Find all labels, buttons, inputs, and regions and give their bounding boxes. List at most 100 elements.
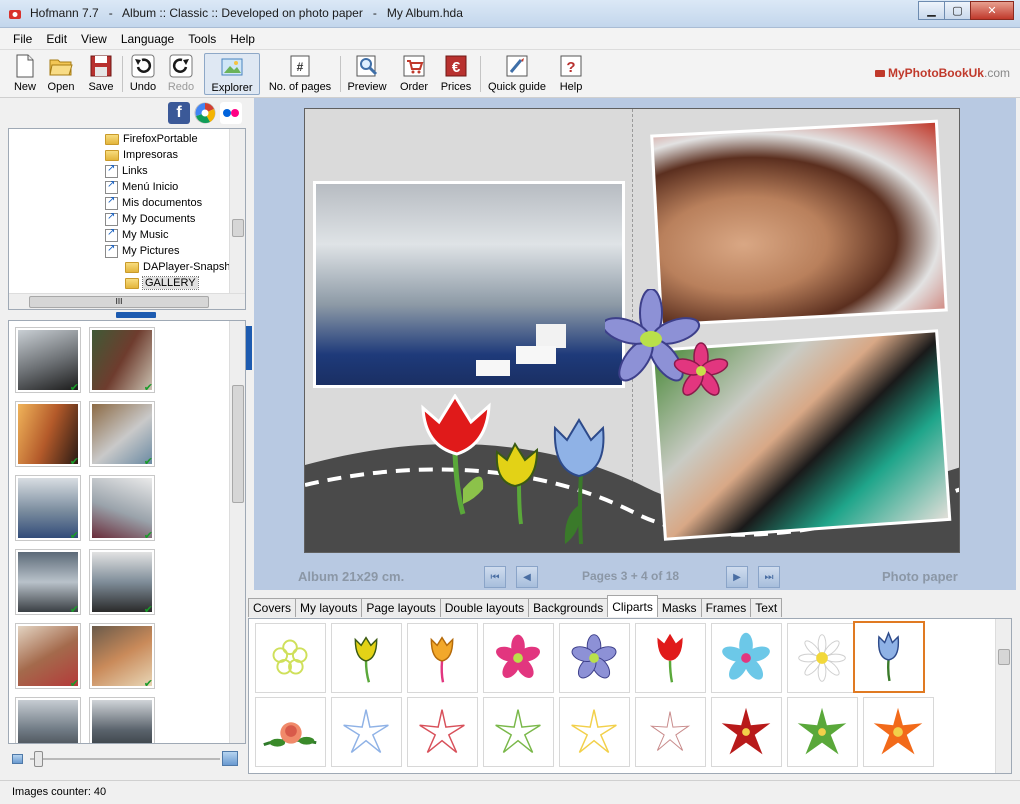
tree-item-gallery[interactable]: GALLERY: [125, 275, 199, 291]
menu-language[interactable]: Language: [114, 29, 181, 49]
tab-my-layouts[interactable]: My layouts: [295, 598, 363, 617]
clipart-item[interactable]: [787, 697, 858, 767]
thumbnail[interactable]: ✔: [89, 327, 155, 394]
menu-view[interactable]: View: [74, 29, 114, 49]
picasa-icon[interactable]: [194, 102, 216, 124]
tab-page-layouts[interactable]: Page layouts: [361, 598, 441, 617]
clipart-tulips[interactable]: [415, 394, 615, 553]
brand-logo[interactable]: MyPhotoBookUk .com: [874, 66, 1010, 80]
tab-text[interactable]: Text: [750, 598, 783, 617]
tab-cliparts[interactable]: Cliparts: [607, 595, 658, 617]
clipart-item[interactable]: [255, 697, 326, 767]
thumbnail[interactable]: ✔: [15, 475, 81, 542]
tab-frames[interactable]: Frames: [700, 598, 752, 617]
tree-item-daplayer-snapsh[interactable]: DAPlayer-Snapsh: [125, 259, 230, 275]
clipart-item[interactable]: [711, 697, 782, 767]
tree-vertical-scrollbar[interactable]: [229, 129, 245, 293]
photo-frame-office[interactable]: [313, 181, 625, 388]
next-page-button[interactable]: ▶: [726, 566, 748, 588]
menu-file[interactable]: File: [6, 29, 39, 49]
clipart-item[interactable]: [407, 697, 478, 767]
undo-button[interactable]: Undo: [128, 53, 158, 95]
clipart-grid[interactable]: [248, 618, 1012, 774]
open-button[interactable]: Open: [46, 53, 76, 95]
preview-magnifier-icon: [356, 55, 378, 77]
thumbnail[interactable]: [89, 697, 155, 743]
quick-guide-button[interactable]: Quick guide: [486, 53, 548, 95]
help-button[interactable]: ? Help: [556, 53, 586, 95]
tree-item-impresoras[interactable]: Impresoras: [105, 147, 178, 163]
clipart-item[interactable]: [559, 623, 630, 693]
tree-splitter-handle[interactable]: [116, 312, 156, 318]
tree-item-mis-documentos[interactable]: Mis documentos: [105, 195, 202, 211]
album-spread[interactable]: [304, 108, 960, 553]
thumbnail[interactable]: ✔: [89, 549, 155, 616]
maximize-button[interactable]: ▢: [944, 1, 971, 20]
close-button[interactable]: ✕: [970, 1, 1014, 20]
thumbnails-vertical-scrollbar[interactable]: [229, 321, 245, 743]
menu-edit[interactable]: Edit: [39, 29, 74, 49]
clipart-item[interactable]: [331, 623, 402, 693]
tab-masks[interactable]: Masks: [656, 598, 702, 617]
minimize-button[interactable]: ▁: [918, 1, 945, 20]
images-counter: Images counter: 40: [12, 786, 107, 798]
clipart-item[interactable]: [559, 697, 630, 767]
thumbnail[interactable]: ✔: [89, 623, 155, 690]
new-button[interactable]: New: [10, 53, 40, 95]
clipart-item-selected[interactable]: [853, 621, 925, 693]
clipart-item[interactable]: [863, 697, 934, 767]
pages-count-icon: #: [290, 55, 310, 77]
explorer-button[interactable]: Explorer: [204, 53, 260, 95]
order-button[interactable]: Order: [396, 53, 432, 95]
tree-horizontal-scrollbar[interactable]: III: [9, 293, 245, 309]
thumbnail[interactable]: ✔: [89, 401, 155, 468]
redo-button[interactable]: Redo: [166, 53, 196, 95]
menu-tools[interactable]: Tools: [181, 29, 223, 49]
first-page-button[interactable]: ⏮: [484, 566, 506, 588]
folder-tree[interactable]: FirefoxPortable Impresoras Links Menú In…: [8, 128, 246, 310]
tree-item-links[interactable]: Links: [105, 163, 148, 179]
tree-item-menu-inicio[interactable]: Menú Inicio: [105, 179, 178, 195]
facebook-icon[interactable]: f: [168, 102, 190, 124]
clipart-item[interactable]: [711, 623, 782, 693]
save-button[interactable]: Save: [86, 53, 116, 95]
clipart-item[interactable]: [635, 697, 706, 767]
thumbnail[interactable]: ✔: [15, 401, 81, 468]
clipart-flowers-cluster[interactable]: [605, 289, 745, 399]
tab-backgrounds[interactable]: Backgrounds: [528, 598, 609, 617]
menu-help[interactable]: Help: [223, 29, 262, 49]
clipart-item[interactable]: [331, 697, 402, 767]
tab-covers[interactable]: Covers: [248, 598, 297, 617]
image-thumbnails[interactable]: ✔ ✔ ✔ ✔ ✔ ✔ ✔ ✔ ✔ ✔: [8, 320, 246, 744]
pane-collapse-handle[interactable]: [246, 326, 252, 370]
thumbnail[interactable]: ✔: [15, 549, 81, 616]
photo-office: [316, 184, 622, 385]
preview-button[interactable]: Preview: [346, 53, 388, 95]
clipart-item[interactable]: [635, 623, 706, 693]
clipart-item[interactable]: [483, 623, 554, 693]
previous-page-button[interactable]: ◀: [516, 566, 538, 588]
tree-item-my-music[interactable]: My Music: [105, 227, 168, 243]
slider-knob[interactable]: [34, 751, 43, 767]
thumbnail[interactable]: ✔: [89, 475, 155, 542]
flickr-icon[interactable]: [220, 102, 242, 124]
tree-item-my-documents[interactable]: My Documents: [105, 211, 195, 227]
tree-item-firefoxportable[interactable]: FirefoxPortable: [105, 131, 198, 147]
thumbnail[interactable]: ✔: [15, 327, 81, 394]
last-page-button[interactable]: ⏭: [758, 566, 780, 588]
tree-item-my-pictures[interactable]: My Pictures: [105, 243, 179, 259]
clipart-item[interactable]: [407, 623, 478, 693]
prices-button[interactable]: € Prices: [438, 53, 474, 95]
number-of-pages-button[interactable]: # No. of pages: [268, 53, 332, 95]
clipart-item[interactable]: [787, 623, 858, 693]
thumbnail[interactable]: ✔: [15, 623, 81, 690]
clipart-vertical-scrollbar[interactable]: [995, 619, 1011, 773]
shortcut-icon: [105, 195, 118, 210]
clipart-item[interactable]: [483, 697, 554, 767]
thumbnail-size-slider[interactable]: [8, 746, 246, 772]
tab-double-layouts[interactable]: Double layouts: [439, 598, 530, 617]
toolbar: New Open Save Undo Redo Explorer # No. o…: [0, 50, 1020, 98]
clipart-item[interactable]: [255, 623, 326, 693]
blue-tulip-icon: [877, 631, 900, 682]
thumbnail[interactable]: [15, 697, 81, 743]
